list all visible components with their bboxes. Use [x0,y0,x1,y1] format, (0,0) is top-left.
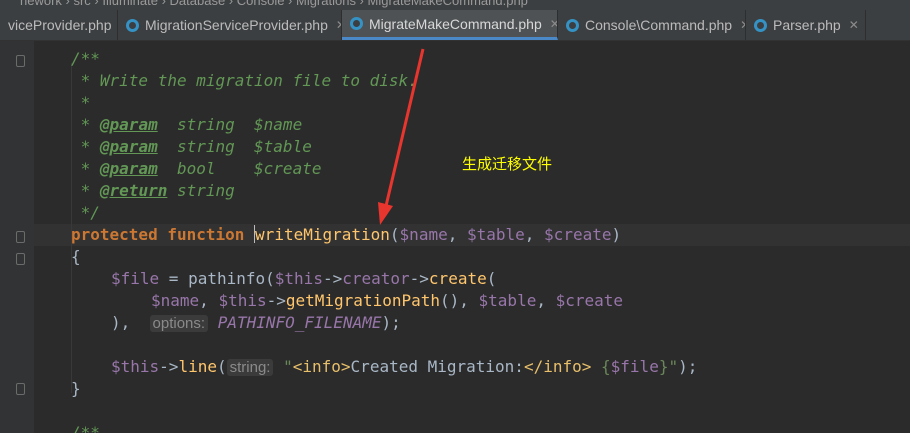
annotation-label: 生成迁移文件 [462,155,553,173]
annotation-arrow [378,48,425,225]
arrow-shaft [384,48,425,207]
arrow-head [378,202,393,225]
